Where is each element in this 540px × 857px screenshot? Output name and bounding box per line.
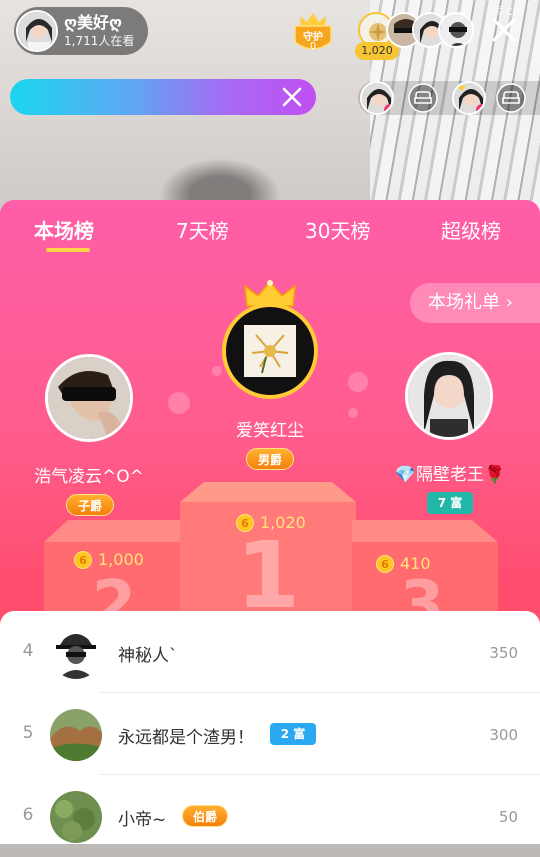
mic-seat-occupied-2[interactable] xyxy=(452,81,486,115)
third-place-score-value: 410 xyxy=(400,554,431,573)
first-place-avatar[interactable] xyxy=(222,303,318,399)
list-name: 神秘人` xyxy=(118,646,178,666)
sofa-icon[interactable] xyxy=(406,81,440,115)
tab-super[interactable]: 超级榜 xyxy=(441,215,501,244)
list-rich-badge: 2 富 xyxy=(270,723,316,745)
top-viewer-contribution: 1,020 xyxy=(355,42,399,60)
podium-first: 1 xyxy=(180,482,356,629)
list-rank: 5 xyxy=(22,723,34,743)
mic-seat-row xyxy=(358,81,540,115)
anchor-name: ღ美好ღ xyxy=(64,13,123,32)
list-rank: 6 xyxy=(22,805,34,825)
ranking-list: 4 神秘人` 350 5 永远都是个渣男！ 2 富 300 6 小帝~ 伯爵 5… xyxy=(0,611,540,844)
list-item[interactable]: 6 小帝~ 伯爵 50 xyxy=(0,775,540,857)
second-place-name: 浩气凌云^O^ xyxy=(34,467,144,487)
top-viewer-avatar-4[interactable] xyxy=(438,12,474,48)
clear-icon[interactable] xyxy=(280,85,304,109)
list-score: 50 xyxy=(498,808,518,826)
third-place-badge: 7 富 xyxy=(427,492,473,514)
tab-current[interactable]: 本场榜 xyxy=(34,215,94,244)
list-avatar[interactable] xyxy=(50,627,102,679)
second-place-score: 6 1,000 xyxy=(74,550,144,569)
coin-icon: 6 xyxy=(376,554,394,573)
list-score: 350 xyxy=(489,644,518,662)
decor-bubble xyxy=(212,366,222,376)
decor-bubble xyxy=(348,372,368,392)
second-place-avatar[interactable] xyxy=(45,354,133,442)
ranking-tabs: 本场榜 7天榜 30天榜 超级榜 xyxy=(0,200,540,258)
anchor-avatar[interactable] xyxy=(16,10,58,52)
close-icon[interactable] xyxy=(488,14,520,46)
guard-count: 0 xyxy=(309,41,317,52)
list-name: 永远都是个渣男！ xyxy=(118,728,254,748)
sofa-icon[interactable] xyxy=(494,81,528,115)
first-place-score: 6 1,020 xyxy=(236,513,306,532)
second-place-score-value: 1,000 xyxy=(98,550,144,569)
guard-badge[interactable]: 守护 0 xyxy=(290,10,336,54)
list-avatar[interactable] xyxy=(50,791,102,843)
list-item[interactable]: 5 永远都是个渣男！ 2 富 300 xyxy=(0,693,540,775)
coin-icon: 6 xyxy=(74,550,92,569)
third-place-score: 6 410 xyxy=(376,554,431,573)
list-avatar[interactable] xyxy=(50,709,102,761)
tab-7days[interactable]: 7天榜 xyxy=(176,215,229,244)
list-noble-badge: 伯爵 xyxy=(182,805,228,827)
first-place-name: 爱笑红尘 xyxy=(236,421,304,441)
first-place-score-value: 1,020 xyxy=(260,513,306,532)
third-place-avatar[interactable] xyxy=(405,352,493,440)
list-rank: 4 xyxy=(22,641,34,661)
search-input[interactable] xyxy=(28,79,278,115)
second-place-badge: 子爵 xyxy=(66,494,114,516)
tab-30days[interactable]: 30天榜 xyxy=(305,215,370,244)
search-bar[interactable] xyxy=(10,79,316,115)
first-place-badge: 男爵 xyxy=(246,448,294,470)
viewer-count: 1,711人在看 xyxy=(64,34,135,48)
coin-icon: 6 xyxy=(236,513,254,532)
third-place-name: 💎隔壁老王🌹 xyxy=(394,465,506,485)
anchor-info-pill[interactable]: ღ美好ღ 1,711人在看 xyxy=(14,7,148,55)
active-tab-indicator xyxy=(46,248,90,252)
gift-list-button[interactable]: 本场礼单 › xyxy=(410,283,540,323)
list-name: 小帝~ xyxy=(118,810,167,830)
decor-bubble xyxy=(168,392,190,414)
mic-seat-occupied-1[interactable] xyxy=(360,81,394,115)
list-item[interactable]: 4 神秘人` 350 xyxy=(0,611,540,693)
list-score: 300 xyxy=(489,726,518,744)
